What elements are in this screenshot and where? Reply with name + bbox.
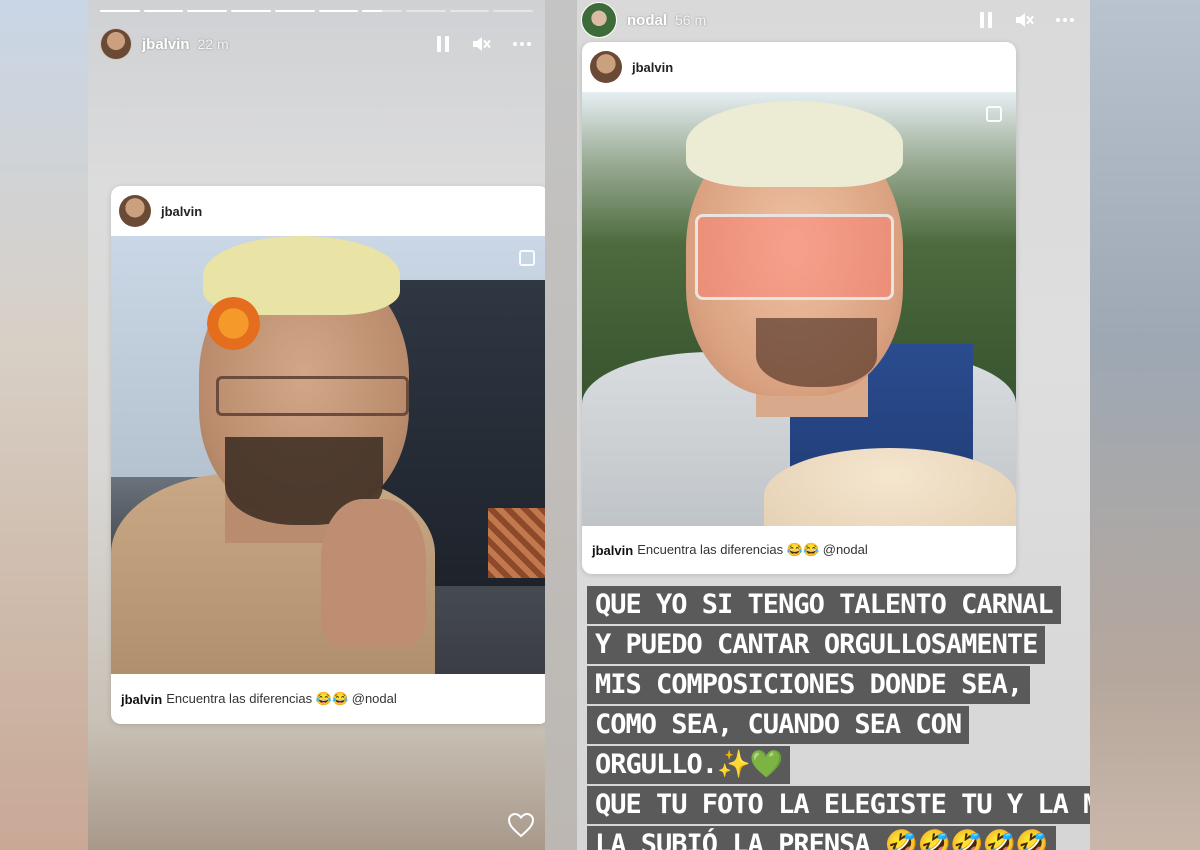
story-time: 56 m: [675, 12, 707, 28]
progress-segment: [187, 10, 228, 12]
post-caption: jbalvin Encuentra las diferencias 😂😂 @no…: [111, 674, 545, 724]
story-text-overlay: QUE YO SI TENGO TALENTO CARNAL Y PUEDO C…: [587, 586, 1090, 850]
progress-segment: [405, 10, 446, 12]
story-text-line: Y PUEDO CANTAR ORGULLOSAMENTE: [587, 626, 1046, 664]
story-jbalvin[interactable]: jbalvin 22 m jbalvin jbalvin Encuentra l…: [88, 0, 545, 850]
progress-segment: [143, 10, 184, 12]
progress-segment: [362, 10, 402, 12]
story-text-line: QUE YO SI TENGO TALENTO CARNAL: [587, 586, 1061, 624]
post-caption: jbalvin Encuentra las diferencias 😂😂 @no…: [582, 526, 1016, 574]
multi-photo-icon: [986, 106, 1002, 122]
post-username[interactable]: jbalvin: [632, 60, 673, 75]
multi-photo-icon: [519, 250, 535, 266]
caption-username[interactable]: jbalvin: [121, 692, 162, 707]
story-controls: [980, 11, 1074, 29]
post-avatar[interactable]: [119, 195, 151, 227]
story-text-line: QUE TU FOTO LA ELEGISTE TU Y LA MÍA: [587, 786, 1090, 824]
more-icon[interactable]: [513, 42, 531, 46]
pause-icon[interactable]: [980, 12, 992, 28]
shared-post-card[interactable]: jbalvin jbalvin Encuentra las diferencia…: [111, 186, 545, 724]
story-username[interactable]: nodal: [627, 12, 667, 29]
caption-text: Encuentra las diferencias 😂😂 @nodal: [166, 691, 397, 706]
mute-icon[interactable]: [1014, 11, 1034, 29]
avatar[interactable]: [581, 2, 617, 38]
progress-segment: [231, 10, 271, 12]
post-header: jbalvin: [111, 186, 545, 236]
story-progress-bar: [100, 10, 534, 12]
progress-segment: [318, 10, 359, 12]
shared-post-card[interactable]: jbalvin jbalvin Encuentra las diferencia…: [582, 42, 1016, 574]
more-icon[interactable]: [1056, 18, 1074, 22]
caption-text: Encuentra las diferencias 😂😂 @nodal: [637, 542, 868, 557]
post-avatar[interactable]: [590, 51, 622, 83]
progress-segment: [274, 10, 315, 12]
pause-icon[interactable]: [437, 36, 449, 52]
story-header: nodal 56 m: [581, 2, 1074, 38]
story-header: jbalvin 22 m: [100, 28, 531, 60]
story-time: 22 m: [197, 36, 229, 52]
heart-icon[interactable]: [507, 812, 535, 838]
story-text-line: MIS COMPOSICIONES DONDE SEA,: [587, 666, 1031, 704]
caption-username[interactable]: jbalvin: [592, 543, 633, 558]
background-gap: [545, 0, 577, 850]
progress-segment: [493, 10, 534, 12]
story-text-line: LA SUBIÓ LA PRENSA 🤣🤣🤣🤣🤣: [587, 826, 1056, 850]
post-header: jbalvin: [582, 42, 1016, 92]
post-photo[interactable]: [111, 236, 545, 674]
story-text-line: ORGULLO.✨💚: [587, 746, 791, 784]
story-text-line: COMO SEA, CUANDO SEA CON: [587, 706, 970, 744]
story-username[interactable]: jbalvin: [142, 36, 190, 53]
story-nodal[interactable]: nodal 56 m jbalvin jbalvin Encuentra las…: [577, 0, 1090, 850]
post-username[interactable]: jbalvin: [161, 204, 202, 219]
progress-segment: [100, 10, 140, 12]
progress-segment: [449, 10, 490, 12]
background-right: [1090, 0, 1200, 850]
background-left: [0, 0, 88, 850]
post-photo[interactable]: [582, 92, 1016, 526]
mute-icon[interactable]: [471, 35, 491, 53]
story-controls: [437, 35, 531, 53]
avatar[interactable]: [100, 28, 132, 60]
